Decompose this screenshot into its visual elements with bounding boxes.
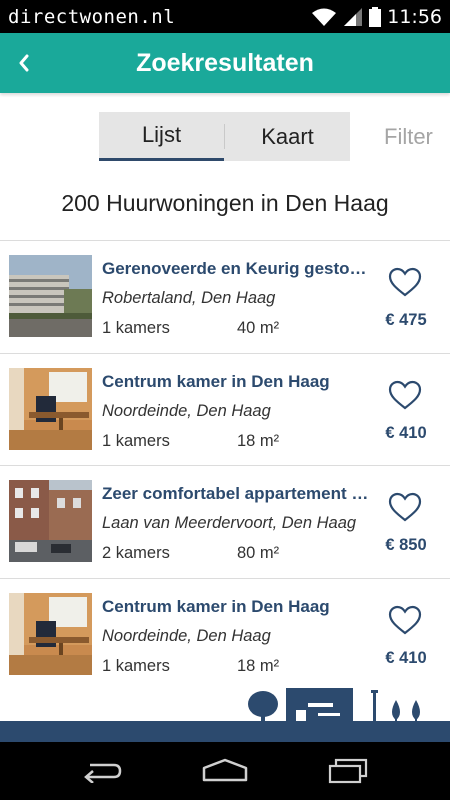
listing-rooms: 2 kamers	[102, 544, 170, 562]
heart-icon[interactable]	[388, 492, 422, 522]
listing-location: Laan van Meerdervoort, Den Haag	[102, 514, 357, 532]
listing-rooms: 1 kamers	[102, 656, 170, 675]
heart-icon[interactable]	[388, 267, 422, 297]
signal-icon	[344, 7, 363, 26]
listing-rooms: 1 kamers	[102, 319, 170, 337]
back-arrow-icon	[83, 763, 121, 783]
filter-button[interactable]: Filter	[384, 124, 433, 150]
footer-band	[0, 721, 450, 742]
listing-item[interactable]: Gerenoveerde en Keurig gestoffeerd Rober…	[0, 240, 450, 353]
listing-price: € 410	[385, 648, 427, 667]
listing-area: 40 m²	[237, 319, 280, 337]
listing-area: 18 m²	[237, 656, 280, 675]
listing-rooms: 1 kamers	[102, 431, 170, 450]
listing-price: € 850	[385, 536, 427, 554]
listing-location: Robertaland, Den Haag	[102, 289, 276, 307]
listing-item[interactable]: Centrum kamer in Den Haag Noordeinde, De…	[0, 577, 450, 691]
app-bar: Zoekresultaten	[0, 33, 450, 93]
status-bar: directwonen.nl 11:56	[0, 0, 450, 33]
listing-title: Centrum kamer in Den Haag	[102, 371, 330, 391]
back-button[interactable]	[6, 45, 42, 81]
listing-price: € 410	[385, 423, 427, 442]
listing-title: Gerenoveerde en Keurig gestoffeerd	[102, 259, 370, 278]
listing-title: Centrum kamer in Den Haag	[102, 596, 330, 616]
result-count: 200 Huurwoningen in Den Haag	[61, 190, 389, 216]
nav-home-button[interactable]	[195, 751, 255, 791]
nav-recents-button[interactable]	[318, 751, 378, 791]
listing-location: Noordeinde, Den Haag	[102, 401, 271, 420]
status-icons: 11:56	[311, 6, 442, 28]
listing-photo	[9, 255, 92, 337]
listing-title: Zeer comfortabel appartement op	[102, 484, 370, 503]
listing-photo	[9, 367, 92, 450]
listing-area: 80 m²	[237, 544, 280, 562]
system-nav-bar	[0, 742, 450, 800]
listing-item[interactable]: Zeer comfortabel appartement op Laan van…	[0, 465, 450, 578]
recents-icon	[329, 758, 368, 784]
listing-photo	[9, 480, 92, 562]
listing-photo	[9, 592, 92, 675]
status-brand: directwonen.nl	[8, 5, 176, 28]
heart-icon[interactable]	[388, 605, 422, 635]
battery-icon	[369, 6, 382, 27]
heart-icon[interactable]	[388, 380, 422, 410]
nav-back-button[interactable]	[72, 751, 132, 791]
listing-area: 18 m²	[237, 431, 280, 450]
listing-item[interactable]: Centrum kamer in Den Haag Noordeinde, De…	[0, 352, 450, 466]
listing-list: Gerenoveerde en Keurig gestoffeerd Rober…	[0, 240, 450, 690]
listing-location: Noordeinde, Den Haag	[102, 626, 271, 645]
home-icon	[202, 758, 248, 782]
tab-list[interactable]: Lijst	[99, 112, 224, 161]
chevron-left-icon	[19, 54, 29, 72]
view-toggle: Lijst Kaart	[99, 112, 350, 161]
listing-price: € 475	[385, 311, 427, 329]
tab-map[interactable]: Kaart	[225, 112, 350, 161]
status-time: 11:56	[387, 5, 442, 28]
wifi-icon	[312, 8, 337, 26]
page-title: Zoekresultaten	[136, 48, 314, 77]
